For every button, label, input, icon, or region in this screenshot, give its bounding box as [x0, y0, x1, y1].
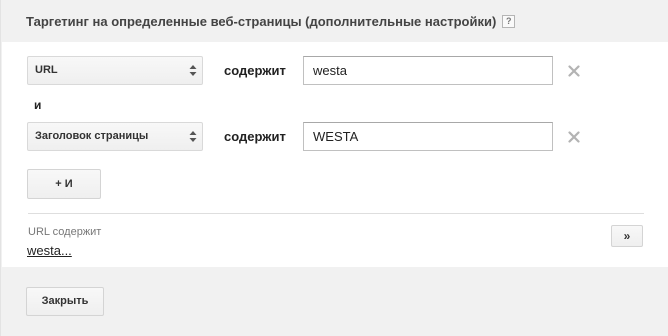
rule-2-field-select[interactable]: Заголовок страницы [27, 122, 203, 151]
rule-2-field-value: Заголовок страницы [35, 130, 149, 142]
rule-2-remove-icon[interactable] [568, 131, 580, 143]
up-down-arrows-icon [189, 65, 197, 76]
rule-1-field-select[interactable]: URL [27, 56, 203, 85]
divider [28, 213, 644, 214]
rule-1-field-value: URL [35, 64, 58, 76]
help-icon[interactable]: ? [502, 15, 516, 29]
targeting-dialog: Таргетинг на определенные веб-страницы (… [0, 0, 668, 336]
expand-summary-button[interactable]: » [611, 225, 643, 247]
rule-2-value-input[interactable]: WESTA [303, 122, 553, 151]
add-and-condition-button[interactable]: + И [27, 169, 101, 199]
dialog-header: Таргетинг на определенные веб-страницы (… [1, 0, 668, 42]
dialog-title: Таргетинг на определенные веб-страницы (… [26, 14, 516, 29]
and-connector-label: и [34, 98, 42, 112]
rule-1-value-input[interactable]: westa [303, 56, 553, 85]
rule-2-operator: содержит [224, 129, 286, 144]
rule-1-remove-icon[interactable] [568, 65, 580, 77]
dialog-title-text: Таргетинг на определенные веб-страницы (… [26, 14, 497, 29]
rule-1-operator: содержит [224, 63, 286, 78]
summary-label: URL содержит [28, 226, 102, 238]
up-down-arrows-icon [189, 131, 197, 142]
rules-panel: URL содержит westa и Заголовок страницы … [2, 42, 668, 267]
summary-value-link[interactable]: westa... [27, 243, 72, 258]
close-button[interactable]: Закрыть [26, 287, 104, 316]
